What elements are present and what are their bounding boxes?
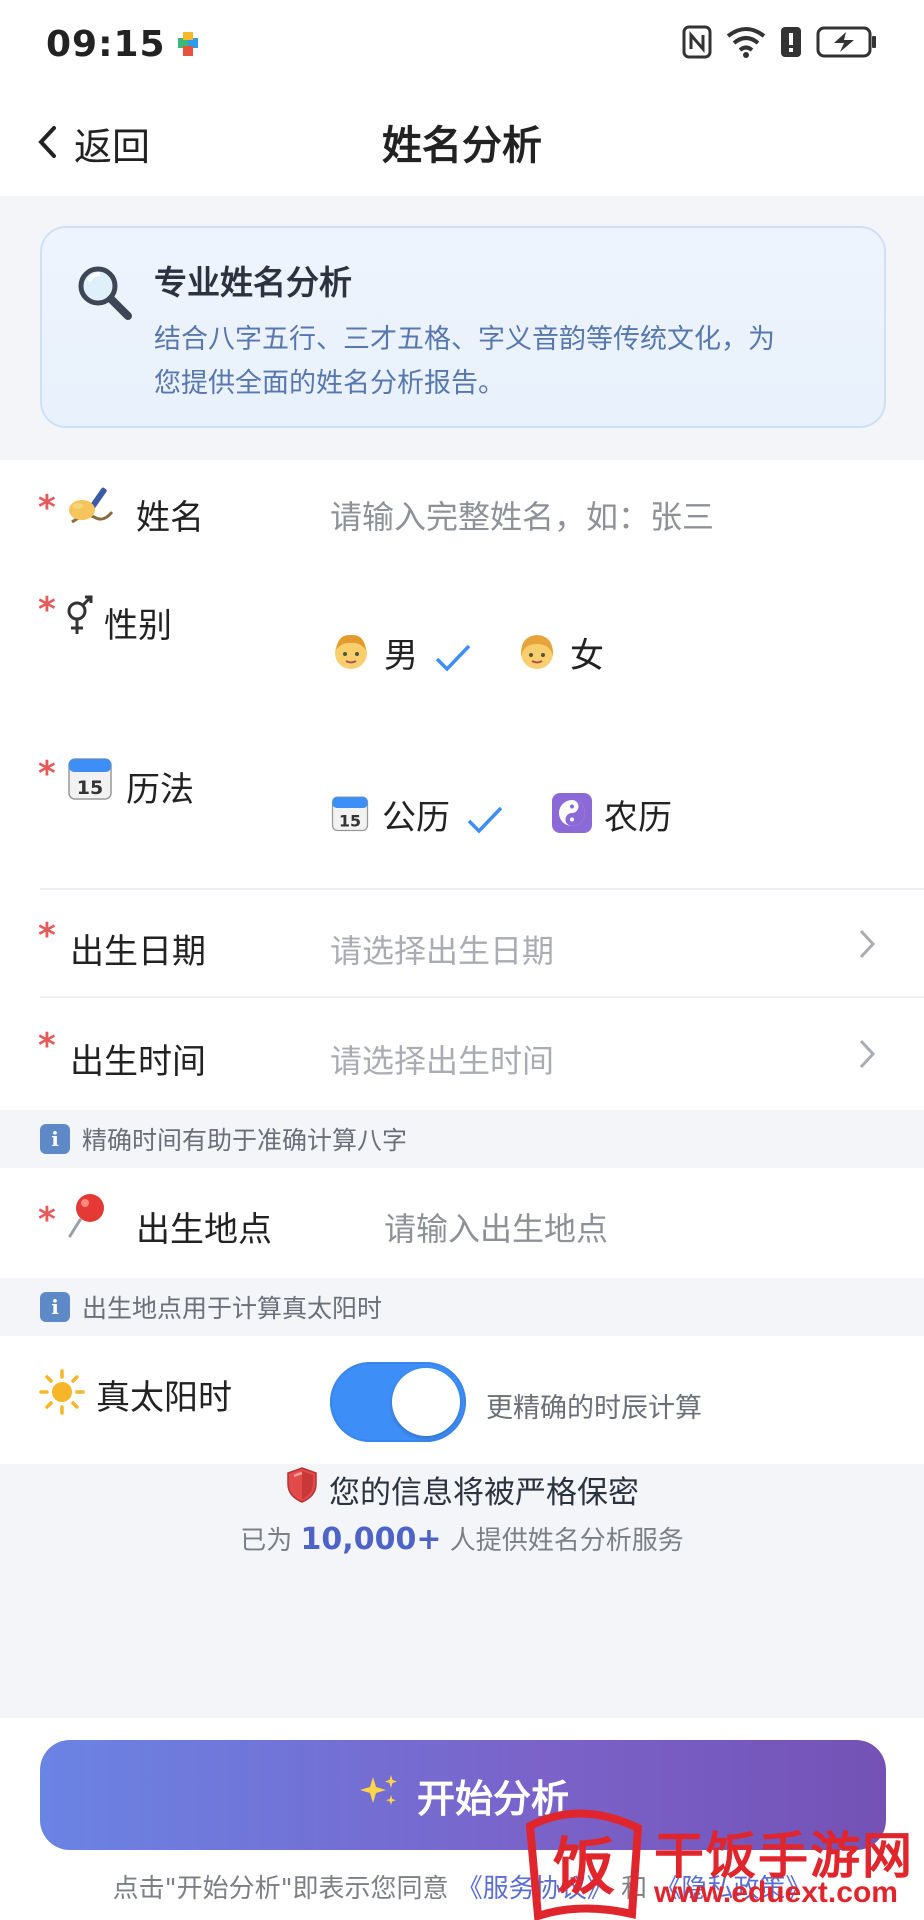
privacy-suffix: 人提供姓名分析服务 — [449, 1526, 684, 1556]
calendar-option-label: 公历 — [382, 798, 450, 838]
calendar-option-solar[interactable]: 15 公历 — [330, 790, 504, 839]
back-button[interactable]: 返回 — [36, 116, 150, 171]
header: 返回 姓名分析 — [0, 88, 924, 196]
true-solar-toggle[interactable] — [330, 1362, 466, 1442]
calendar-icon: 15 — [66, 754, 114, 806]
app-notification-icon — [176, 30, 204, 58]
required-mark: * — [38, 754, 56, 794]
service-count: 10,000+ — [300, 1522, 442, 1557]
calendar-option-lunar[interactable]: 农历 — [552, 790, 672, 839]
calendar-option-label: 农历 — [604, 798, 672, 838]
boy-icon — [330, 630, 372, 676]
gender-option-label: 男 — [384, 636, 418, 676]
watermark: 饭 干饭手游网 www.eduext.com — [520, 1806, 924, 1920]
agree-prefix: 点击"开始分析"即表示您同意 — [112, 1874, 449, 1904]
writing-hand-icon — [66, 482, 116, 534]
birth-place-row: * 出生地点 请输入出生地点 — [0, 1168, 924, 1278]
gender-symbol-icon — [64, 594, 94, 642]
calendar-label: 历法 — [126, 770, 194, 810]
calendar-icon: 15 — [330, 793, 370, 837]
sun-icon — [38, 1368, 86, 1420]
name-input[interactable]: 请输入完整姓名，如：张三 — [330, 492, 714, 538]
true-solar-row: 真太阳时 更精确的时辰计算 — [0, 1336, 924, 1464]
calendar-row: * 15 历法 15 公历 农历 — [0, 740, 924, 890]
birth-place-input[interactable]: 请输入出生地点 — [384, 1204, 608, 1250]
check-icon — [466, 805, 504, 839]
birth-date-label: 出生日期 — [70, 932, 206, 972]
sparkles-icon — [357, 1771, 401, 1820]
true-solar-hint: 更精确的时辰计算 — [486, 1393, 702, 1424]
check-icon — [434, 643, 472, 677]
intro-card: 专业姓名分析 结合八字五行、三才五格、字义音韵等传统文化，为 您提供全面的姓名分… — [40, 226, 886, 428]
privacy-line1: 您的信息将被严格保密 — [329, 1474, 639, 1511]
wifi-icon — [726, 26, 766, 62]
birth-time-tip: i 精确时间有助于准确计算八字 — [0, 1110, 924, 1168]
intro-title: 专业姓名分析 — [154, 263, 352, 302]
girl-icon — [516, 630, 558, 676]
info-icon: i — [40, 1292, 70, 1322]
required-mark: * — [38, 488, 56, 528]
birth-time-picker[interactable]: 请选择出生时间 — [330, 1036, 554, 1082]
chevron-left-icon — [36, 124, 58, 164]
gender-row: * 性别 男 女 — [0, 580, 924, 740]
required-mark: * — [38, 916, 56, 956]
birth-date-row[interactable]: * 出生日期 请选择出生日期 — [0, 890, 924, 998]
shield-icon — [285, 1466, 319, 1512]
privacy-notice: 您的信息将被严格保密 已为 10,000+ 人提供姓名分析服务 — [0, 1466, 924, 1557]
chevron-right-icon — [858, 1038, 876, 1074]
tip-text: 精确时间有助于准确计算八字 — [82, 1126, 408, 1155]
chevron-right-icon — [858, 928, 876, 964]
birth-time-row[interactable]: * 出生时间 请选择出生时间 — [0, 998, 924, 1110]
back-label: 返回 — [74, 125, 151, 169]
gender-option-male[interactable]: 男 — [330, 628, 472, 677]
required-mark: * — [38, 590, 56, 630]
name-label: 姓名 — [136, 498, 204, 538]
svg-text:饭: 饭 — [553, 1830, 615, 1903]
svg-text:15: 15 — [339, 811, 361, 830]
gender-label: 性别 — [104, 606, 172, 646]
pushpin-icon — [66, 1190, 110, 1242]
svg-text:15: 15 — [77, 777, 103, 799]
intro-desc-line2: 您提供全面的姓名分析报告。 — [154, 368, 505, 399]
required-mark: * — [38, 1026, 56, 1066]
battery-icon — [816, 26, 878, 62]
toggle-knob — [392, 1368, 460, 1436]
privacy-prefix: 已为 — [240, 1526, 293, 1556]
required-mark: * — [38, 1200, 56, 1240]
name-row: * 姓名 请输入完整姓名，如：张三 — [0, 460, 924, 580]
status-time: 09:15 — [46, 23, 166, 65]
watermark-url: www.eduext.com — [654, 1876, 898, 1909]
alert-icon — [780, 26, 802, 62]
status-bar: 09:15 — [0, 0, 924, 88]
nfc-icon — [682, 25, 712, 63]
intro-desc-line1: 结合八字五行、三才五格、字义音韵等传统文化，为 — [154, 324, 775, 355]
birth-place-label: 出生地点 — [136, 1210, 272, 1250]
tip-text: 出生地点用于计算真太阳时 — [82, 1294, 383, 1323]
birth-date-picker[interactable]: 请选择出生日期 — [330, 926, 554, 972]
birth-place-tip: i 出生地点用于计算真太阳时 — [0, 1278, 924, 1336]
info-icon: i — [40, 1124, 70, 1154]
watermark-logo: 饭 — [525, 1809, 643, 1920]
true-solar-label: 真太阳时 — [96, 1378, 232, 1418]
birth-time-label: 出生时间 — [70, 1042, 206, 1082]
gender-option-female[interactable]: 女 — [516, 628, 604, 677]
yin-yang-icon — [552, 792, 592, 837]
gender-option-label: 女 — [570, 636, 604, 676]
magnifier-icon — [74, 262, 134, 326]
